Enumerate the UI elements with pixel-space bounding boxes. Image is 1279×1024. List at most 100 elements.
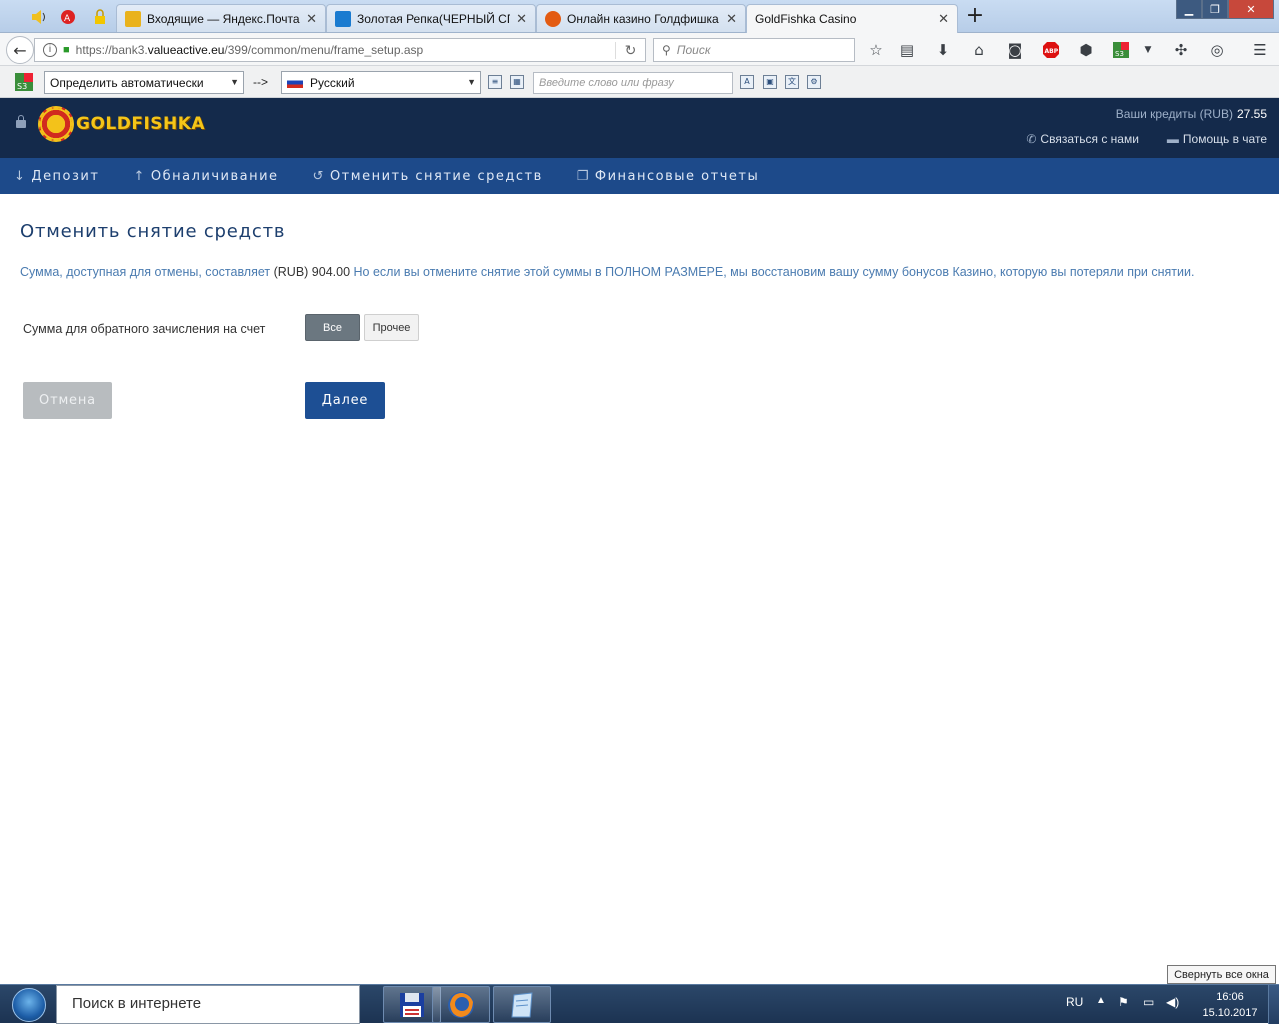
start-button[interactable]	[4, 987, 54, 1023]
cancel-button[interactable]: Отмена	[23, 382, 112, 419]
other-amount-button[interactable]: Прочее	[364, 314, 419, 341]
volume-icon[interactable]: ◀)	[1166, 995, 1179, 1009]
menu-item-label: Финансовые отчеты	[594, 168, 760, 184]
clipboard-icon[interactable]: ▣	[763, 75, 777, 89]
home-icon[interactable]: ⌂	[969, 41, 989, 59]
menu-item-cashout[interactable]: ↑ Обналичивание	[133, 169, 278, 184]
credits-display: Ваши кредиты (RUB) 27.55	[1116, 107, 1267, 121]
pinned-tab-lock[interactable]	[84, 4, 116, 30]
font-icon[interactable]: A	[740, 75, 754, 89]
s3-icon[interactable]: S3	[1111, 41, 1131, 59]
pinned-tab-pdf[interactable]: A	[52, 4, 84, 30]
lock-icon[interactable]: ■	[63, 44, 70, 56]
show-desktop-button[interactable]	[1268, 985, 1279, 1024]
translate-page-icon[interactable]: ≡	[488, 75, 502, 89]
close-window-button[interactable]: ✕	[1228, 0, 1274, 19]
svg-text:S3: S3	[17, 82, 27, 91]
menu-item-deposit[interactable]: ↓ Депозит	[14, 169, 99, 184]
search-placeholder: Поиск	[676, 43, 711, 57]
new-tab-button[interactable]: +	[962, 5, 988, 28]
translate-input[interactable]: Введите слово или фразу	[533, 72, 733, 94]
translate-icon[interactable]: 文	[785, 75, 799, 89]
floppy-disk-icon	[400, 992, 424, 1017]
casino-header: GOLDFISHKA Ваши кредиты (RUB) 27.55 ✆ Связ…	[0, 98, 1279, 158]
dictionary-icon[interactable]: ▦	[510, 75, 524, 89]
tab-goldfishka-online[interactable]: Онлайн казино Голдфишка ✕	[536, 4, 746, 32]
source-language-value: Определить автоматически	[50, 75, 204, 90]
extension-icon[interactable]: ⬢	[1076, 41, 1096, 59]
menu-item-label: Отменить снятие средств	[329, 168, 543, 184]
reading-list-icon[interactable]: ▤	[897, 41, 917, 59]
url-text[interactable]: https://bank3.valueactive.eu/399/common/…	[76, 43, 615, 57]
search-box[interactable]: ⚲ Поиск	[653, 38, 855, 62]
tab-title: Входящие — Яндекс.Почта	[147, 11, 300, 26]
search-icon: ⚲	[662, 43, 671, 57]
chevron-down-icon: ▼	[467, 77, 476, 87]
clock-date: 15.10.2017	[1202, 1007, 1258, 1019]
taskbar-search-input[interactable]: Поиск в интернете	[56, 985, 360, 1024]
s3-translator-icon[interactable]: S3	[14, 73, 34, 91]
download-icon[interactable]: ⬇	[933, 41, 953, 59]
windows-logo-icon	[12, 988, 46, 1022]
reversible-amount: (RUB) 904.00	[273, 265, 351, 279]
all-amount-button[interactable]: Все	[305, 314, 360, 341]
tab-goldfishka-casino[interactable]: GoldFishka Casino ✕	[746, 4, 958, 33]
taskbar-app-firefox[interactable]	[432, 986, 490, 1023]
undo-icon: ↺	[312, 168, 325, 184]
close-icon[interactable]: ✕	[516, 11, 527, 27]
menu-item-reverse-withdrawal[interactable]: ↺ Отменить снятие средств	[313, 169, 543, 184]
info-icon[interactable]: i	[43, 43, 57, 57]
menu-item-financial-reports[interactable]: ❐ Финансовые отчеты	[577, 169, 759, 184]
live-chat-link[interactable]: ▬ Помощь в чате	[1167, 132, 1267, 146]
chevron-down-icon: ▼	[230, 77, 239, 87]
contact-us-link[interactable]: ✆ Связаться с нами	[1026, 132, 1139, 146]
address-bar[interactable]: i ■ https://bank3.valueactive.eu/399/com…	[34, 38, 646, 62]
russia-flag-icon	[287, 77, 303, 88]
credits-value: 27.55	[1236, 107, 1267, 121]
minimize-button[interactable]: ▁	[1176, 0, 1202, 19]
speaker-icon	[32, 10, 45, 24]
target-language-value: Русский	[310, 75, 355, 90]
translator-toolbar: S3 Определить автоматически ▼ --> Русски…	[0, 66, 1279, 98]
info-prefix: Сумма, доступная для отмены, составляет	[20, 265, 271, 279]
pocket-icon[interactable]: ◙	[1005, 41, 1025, 59]
back-button[interactable]: ←	[6, 36, 34, 64]
input-language[interactable]: RU	[1066, 995, 1083, 1009]
goldfishka-logo[interactable]: GOLDFISHKA	[38, 106, 205, 142]
reload-icon[interactable]: ↻	[615, 41, 645, 59]
menu-item-label: Обналичивание	[150, 168, 279, 184]
source-language-select[interactable]: Определить автоматически ▼	[44, 71, 244, 94]
network-icon[interactable]: ▭	[1143, 995, 1154, 1009]
navigation-toolbar: ← i ■ https://bank3.valueactive.eu/399/c…	[0, 33, 1279, 66]
tab-yandex-mail[interactable]: Входящие — Яндекс.Почта ✕	[116, 4, 326, 32]
tab-zolotaya-repka[interactable]: Золотая Репка(ЧЕРНЫЙ СП ✕	[326, 4, 536, 32]
casino-chip-icon	[38, 106, 74, 142]
menu-icon[interactable]: ☰	[1250, 41, 1270, 59]
close-icon[interactable]: ✕	[938, 11, 949, 27]
lifebuoy-icon	[545, 10, 561, 27]
close-icon[interactable]: ✕	[726, 11, 737, 27]
browser-tab-strip: A Входящие — Яндекс.Почта ✕ Золотая Репк…	[0, 0, 1279, 33]
next-button[interactable]: Далее	[305, 382, 385, 419]
svg-text:A: A	[64, 14, 71, 24]
svg-text:S3: S3	[1115, 50, 1124, 58]
bookmark-star-icon[interactable]: ☆	[866, 41, 886, 59]
action-center-flag-icon[interactable]: ⚑	[1118, 995, 1129, 1009]
puzzle-icon[interactable]: ✣	[1171, 41, 1191, 59]
page-title: Отменить снятие средств	[20, 221, 286, 242]
close-icon[interactable]: ✕	[306, 11, 317, 27]
taskbar-app-notes[interactable]	[493, 986, 551, 1023]
clock[interactable]: 16:06 15.10.2017	[1195, 989, 1265, 1021]
notepad-icon	[511, 991, 533, 1017]
settings-icon[interactable]: ⚙	[807, 75, 821, 89]
tray-expand-icon[interactable]: ▲	[1096, 995, 1106, 1006]
chevron-down-icon[interactable]: ▼	[1138, 41, 1158, 59]
adblock-icon[interactable]: ABP	[1041, 41, 1061, 59]
clock-time: 16:06	[1216, 991, 1244, 1003]
mail-icon	[125, 10, 141, 27]
arrow-down-icon: ↓	[14, 168, 27, 184]
pinned-tab-speaker[interactable]	[22, 4, 54, 30]
target-language-select[interactable]: Русский ▼	[281, 71, 481, 94]
sync-icon[interactable]: ◎	[1207, 41, 1227, 59]
maximize-button[interactable]: ❐	[1202, 0, 1228, 19]
